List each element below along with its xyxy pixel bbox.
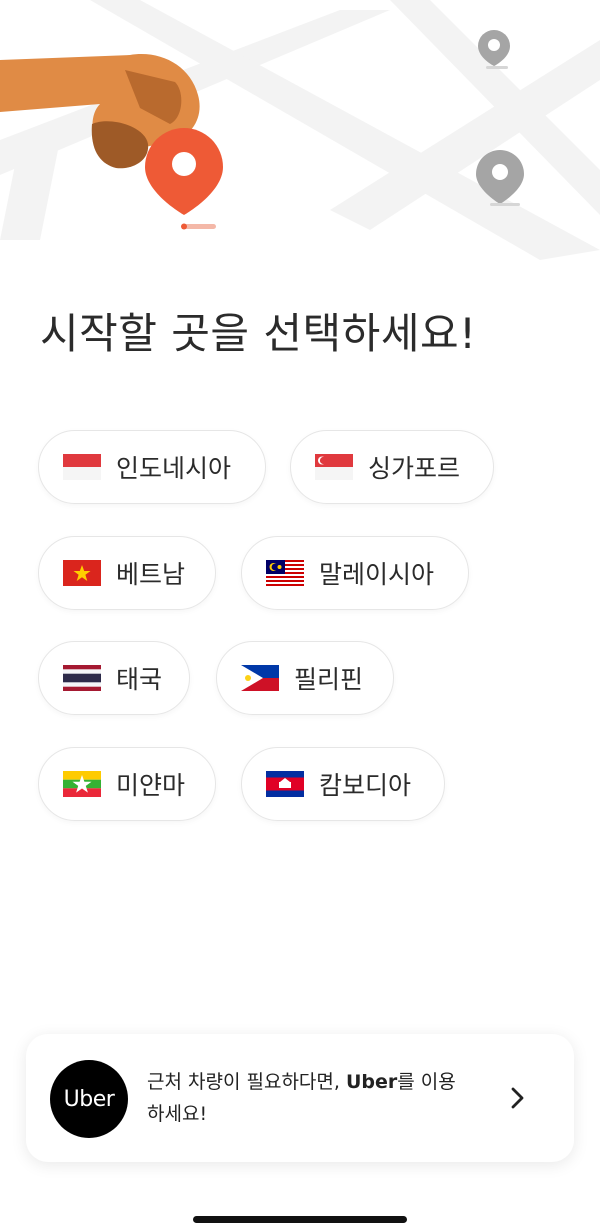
- uber-promo-card[interactable]: Uber 근처 차량이 필요하다면, Uber를 이용하세요!: [26, 1034, 574, 1162]
- uber-promo-text: 근처 차량이 필요하다면, Uber를 이용하세요!: [147, 1066, 472, 1130]
- country-chip-philippines[interactable]: 필리핀: [216, 641, 394, 715]
- country-chip-thailand[interactable]: 태국: [38, 641, 190, 715]
- malaysia-flag-icon: [266, 560, 304, 586]
- country-chip-indonesia[interactable]: 인도네시아: [38, 430, 266, 504]
- country-label: 미얀마: [116, 771, 186, 800]
- hero-illustration: [0, 0, 600, 260]
- singapore-flag-icon: [315, 454, 353, 480]
- country-label: 태국: [116, 665, 163, 694]
- map-roads: [0, 0, 600, 260]
- country-label: 베트남: [116, 560, 186, 589]
- vietnam-flag-icon: [63, 560, 101, 586]
- myanmar-flag-icon: [63, 771, 101, 797]
- cambodia-flag-icon: [266, 771, 304, 797]
- philippines-flag-icon: [241, 665, 279, 691]
- country-label: 필리핀: [294, 665, 364, 694]
- uber-brand-text: Uber: [345, 1071, 398, 1093]
- home-indicator: [193, 1216, 407, 1223]
- country-label: 인도네시아: [116, 454, 232, 483]
- country-chip-myanmar[interactable]: 미얀마: [38, 747, 216, 821]
- country-label: 캄보디아: [319, 771, 412, 800]
- country-label: 싱가포르: [368, 454, 461, 483]
- country-chip-vietnam[interactable]: 베트남: [38, 536, 216, 610]
- indonesia-flag-icon: [63, 454, 101, 480]
- uber-promo-text-before: 근처 차량이 필요하다면,: [147, 1071, 346, 1093]
- uber-logo: Uber: [50, 1060, 128, 1138]
- country-chip-singapore[interactable]: 싱가포르: [290, 430, 494, 504]
- location-pin-icon-red: [145, 128, 223, 230]
- country-label: 말레이시아: [319, 560, 435, 589]
- country-chip-malaysia[interactable]: 말레이시아: [241, 536, 469, 610]
- country-chip-cambodia[interactable]: 캄보디아: [241, 747, 445, 821]
- chevron-right-icon[interactable]: [508, 1086, 528, 1110]
- thailand-flag-icon: [63, 665, 101, 691]
- page-title: 시작할 곳을 선택하세요!: [40, 309, 477, 358]
